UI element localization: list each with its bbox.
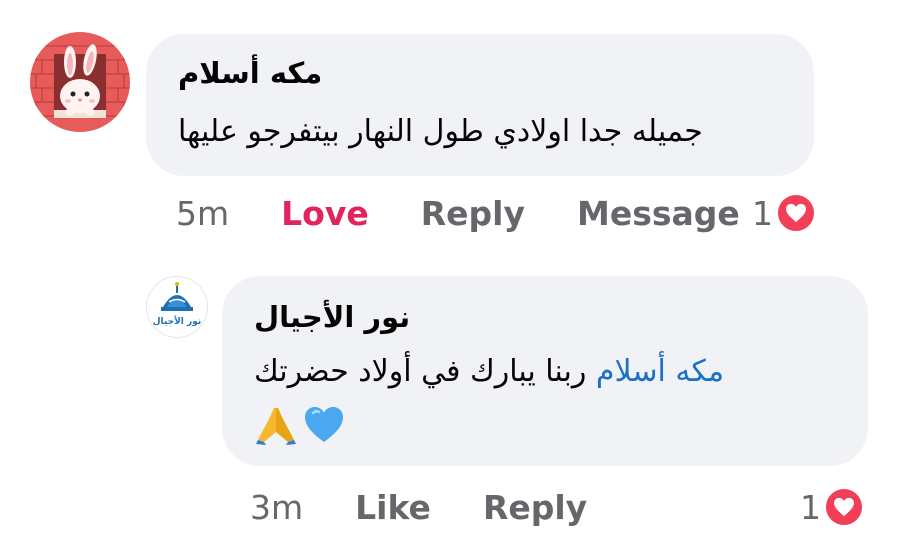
comment-bubble: مكه أسلام جميله جدا اولادي طول النهار بي… [146,34,814,176]
reaction-summary[interactable]: 1 [752,188,817,238]
message-button[interactable]: Message [577,194,740,233]
comment-thread: مكه أسلام جميله جدا اولادي طول النهار بي… [0,0,900,538]
commenter-avatar[interactable] [30,32,130,132]
reaction-summary[interactable]: 1 [800,482,865,532]
heart-icon [823,486,865,528]
reply-text: مكه أسلام ربنا يبارك في أولاد حضرتك [254,352,724,392]
reply-actions: 3m Like Reply [250,482,587,532]
reply-emojis [254,402,346,450]
reply-timestamp[interactable]: 3m [250,488,303,527]
reply-button[interactable]: Reply [483,488,587,527]
page-avatar[interactable]: نور الأجيال [146,276,208,338]
folded-hands-icon [256,408,296,445]
logo-text: نور الأجيال [152,317,202,327]
comment-author[interactable]: مكه أسلام [178,56,322,90]
mention-link[interactable]: مكه أسلام [596,354,724,389]
reply-message: ربنا يبارك في أولاد حضرتك [254,354,587,389]
comment-actions: 5m Love Reply Message [176,188,740,238]
comment-text: جميله جدا اولادي طول النهار بيتفرجو عليه… [178,114,703,149]
mosque-logo-icon [148,278,206,336]
comment-timestamp[interactable]: 5m [176,194,229,233]
reply-button[interactable]: Reply [421,194,525,233]
bunny-avatar-icon [30,32,130,132]
blue-heart-icon [305,407,343,442]
reply-bubble: نور الأجيال مكه أسلام ربنا يبارك في أولا… [222,276,868,466]
like-button[interactable]: Like [355,488,431,527]
love-reaction-button[interactable]: Love [281,194,369,233]
reaction-count: 1 [800,487,821,527]
heart-icon [775,192,817,234]
reply-author[interactable]: نور الأجيال [254,300,410,334]
reaction-count: 1 [752,193,773,233]
